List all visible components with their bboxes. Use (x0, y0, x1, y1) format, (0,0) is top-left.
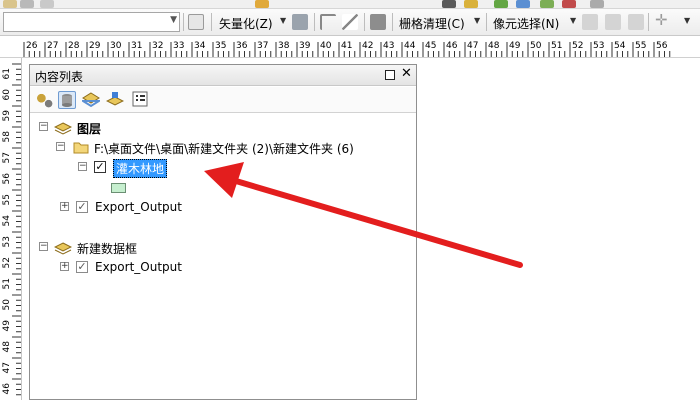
arrow-head-icon (204, 162, 244, 198)
arrow-shaft (233, 178, 523, 268)
arcmap-window: ▼ 矢量化(Z) ▼ 栅格清理(C) ▼ 像元选择(N) ▼ ✛ ▼ 26 27 2… (0, 0, 700, 400)
annotation-arrow (204, 162, 523, 268)
